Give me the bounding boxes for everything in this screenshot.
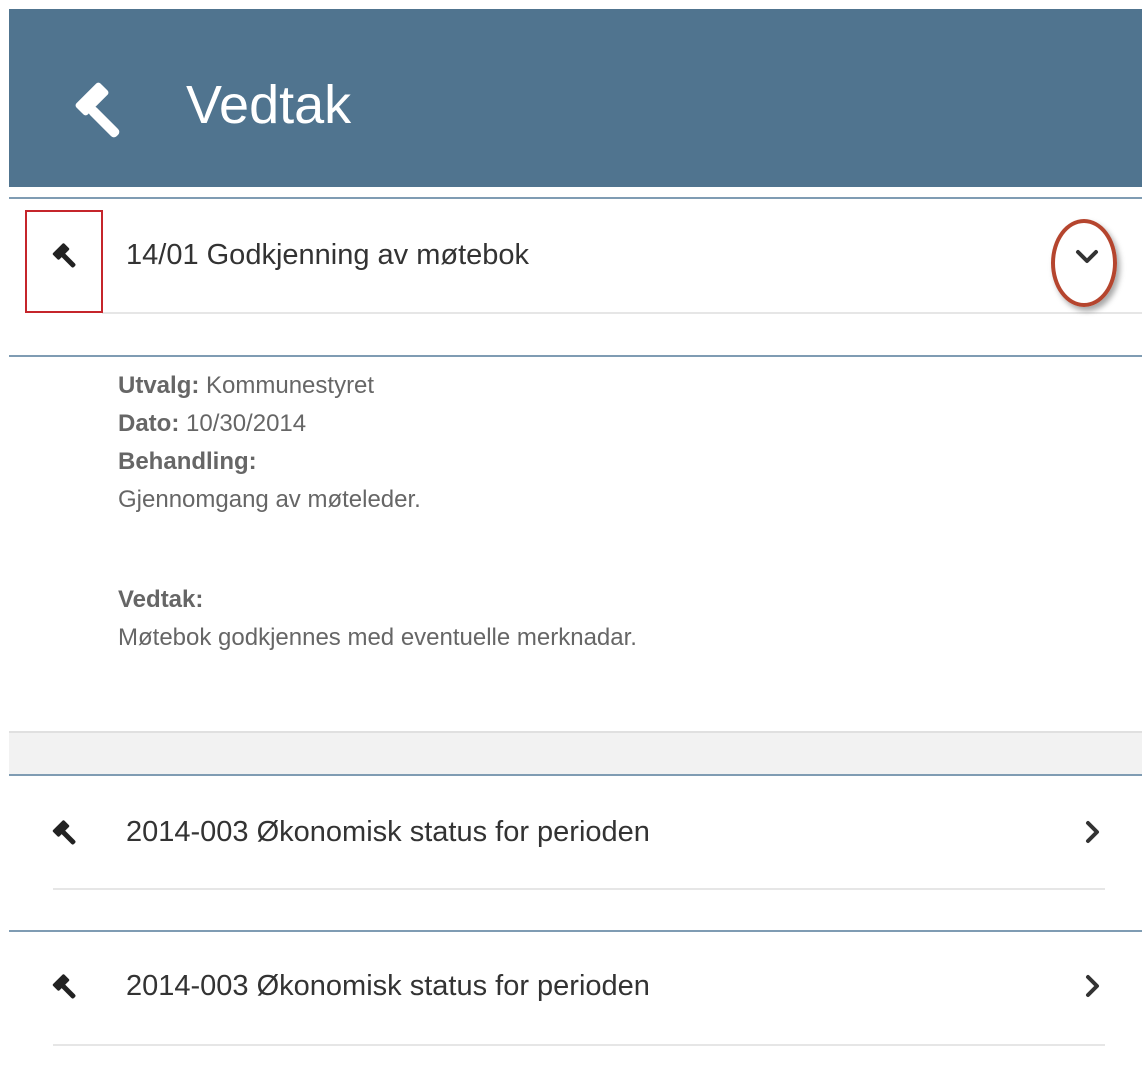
list-item-title: 14/01 Godkjenning av møtebok xyxy=(126,239,530,271)
detail-vedtak-label: Vedtak: xyxy=(118,586,204,613)
detail-behandling-label: Behandling: xyxy=(118,448,257,475)
detail-vedtak-text: Møtebok godkjennes med eventuelle merkna… xyxy=(118,624,637,651)
list-item[interactable]: 2014-003 Økonomisk status for perioden xyxy=(9,776,1142,930)
gavel-icon xyxy=(75,82,120,138)
divider xyxy=(53,888,1105,890)
gavel-icon xyxy=(52,820,76,845)
divider xyxy=(9,355,1142,357)
list-item-title: 2014-003 Økonomisk status for perioden xyxy=(126,816,650,848)
detail-dato: Dato: 10/30/2014 xyxy=(118,410,307,437)
chevron-right-icon[interactable] xyxy=(1079,818,1107,846)
detail-behandling-text: Gjennomgang av møteleder. xyxy=(118,486,421,513)
section-gap xyxy=(9,731,1142,775)
divider xyxy=(53,1044,1105,1046)
detail-utvalg: Utvalg: Kommunestyret xyxy=(118,372,375,399)
highlight-box xyxy=(25,210,103,313)
page-title: Vedtak xyxy=(186,75,352,135)
list-item-title: 2014-003 Økonomisk status for perioden xyxy=(126,970,650,1002)
page-header: Vedtak xyxy=(9,9,1142,187)
gavel-icon xyxy=(52,974,76,999)
divider xyxy=(102,312,1142,314)
list-item-expanded[interactable]: 14/01 Godkjenning av møtebok xyxy=(9,199,1142,355)
item-details: Utvalg: Kommunestyret Dato: 10/30/2014 B… xyxy=(118,367,1018,657)
list-item[interactable]: 2014-003 Økonomisk status for perioden xyxy=(9,932,1142,1070)
highlight-ring xyxy=(1051,219,1117,307)
chevron-right-icon[interactable] xyxy=(1079,972,1107,1000)
